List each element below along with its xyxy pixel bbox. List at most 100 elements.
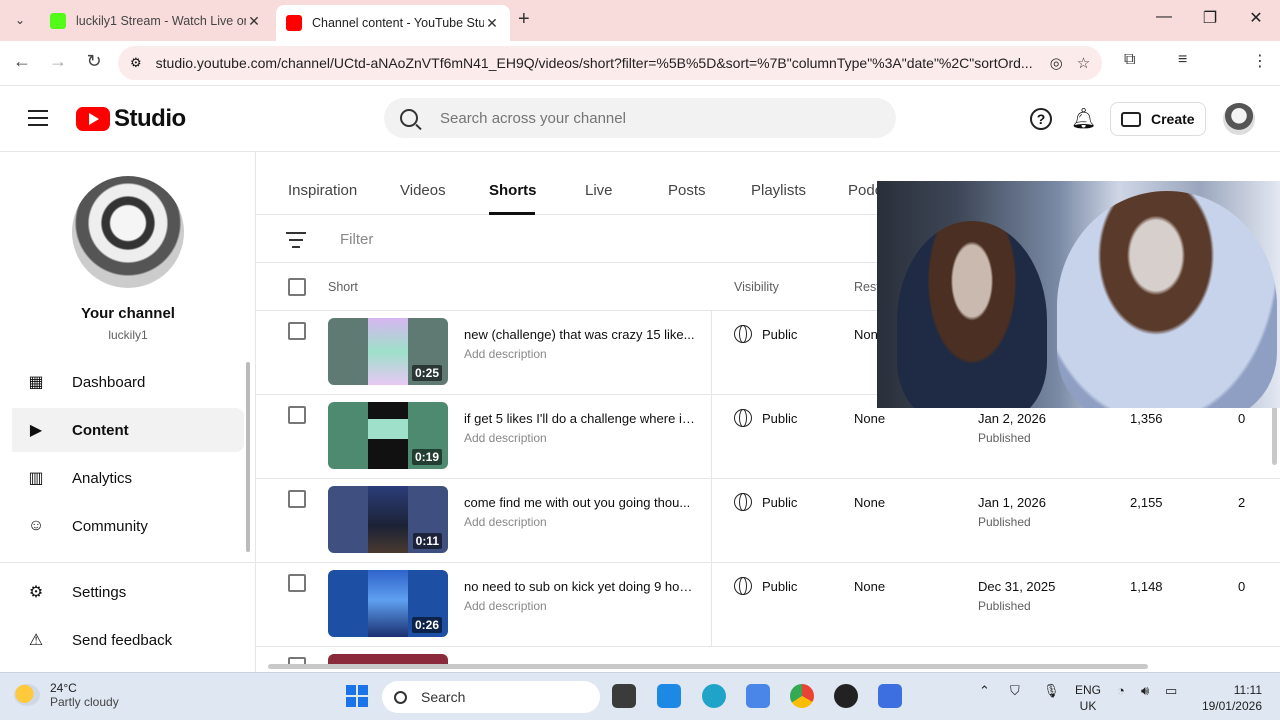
kick-favicon-icon bbox=[50, 13, 66, 29]
browser-menu-icon[interactable]: ⋮ bbox=[1252, 51, 1268, 71]
help-icon[interactable]: ? bbox=[1030, 108, 1052, 130]
column-header-restrictions[interactable]: Rest bbox=[854, 280, 880, 294]
filter-input[interactable]: Filter bbox=[340, 231, 373, 248]
video-thumbnail[interactable]: 0:26 bbox=[328, 570, 448, 637]
date-value: Jan 2, 2026 bbox=[978, 411, 1046, 426]
tab-inspiration[interactable]: Inspiration bbox=[288, 182, 357, 199]
battery-icon[interactable]: ▭ bbox=[1165, 683, 1177, 699]
video-thumbnail[interactable] bbox=[328, 654, 448, 664]
task-view-icon[interactable] bbox=[612, 684, 636, 708]
volume-icon[interactable]: 🔊︎ bbox=[1141, 683, 1149, 699]
row-checkbox[interactable] bbox=[288, 657, 306, 664]
video-description[interactable]: Add description bbox=[464, 347, 547, 361]
sidebar-item-content[interactable]: ▶ Content bbox=[12, 408, 244, 452]
select-all-checkbox[interactable] bbox=[288, 278, 306, 296]
globe-icon bbox=[734, 493, 752, 511]
windows-start-icon[interactable] bbox=[346, 685, 368, 707]
tab-shorts[interactable]: Shorts bbox=[489, 182, 537, 199]
media-control-icon[interactable]: ≡ bbox=[1178, 51, 1187, 69]
system-clock[interactable]: 11:11 19/01/2026 bbox=[1196, 682, 1262, 714]
notifications-bell-icon[interactable]: 🔔︎ bbox=[1071, 106, 1096, 131]
taskbar-search[interactable]: Search bbox=[382, 681, 600, 713]
table-row[interactable]: 0:26 no need to sub on kick yet doing 9 … bbox=[256, 563, 1280, 647]
edge-icon[interactable] bbox=[702, 684, 726, 708]
back-icon[interactable]: ← bbox=[9, 51, 35, 72]
restrictions-value: None bbox=[854, 579, 886, 594]
account-avatar[interactable] bbox=[1223, 103, 1255, 135]
horizontal-scrollbar[interactable] bbox=[268, 664, 1148, 669]
show-hidden-icons-icon[interactable]: ⌃ bbox=[979, 683, 990, 699]
tab-posts[interactable]: Posts bbox=[668, 182, 706, 199]
channel-search-bar[interactable] bbox=[384, 98, 896, 138]
site-info-icon[interactable]: ⚙ bbox=[130, 55, 142, 71]
wifi-icon[interactable]: ◔ bbox=[1117, 683, 1125, 698]
security-icon[interactable]: ⛉ bbox=[1010, 683, 1020, 699]
visibility-cell[interactable]: Public bbox=[734, 493, 797, 511]
microphone-icon[interactable]: 🎙︎ bbox=[1043, 683, 1060, 699]
tab-live[interactable]: Live bbox=[585, 182, 613, 199]
sidebar: Your channel luckily1 ▦ Dashboard ▶ Cont… bbox=[0, 152, 256, 672]
bookmark-star-icon[interactable]: ☆ bbox=[1077, 54, 1090, 72]
filter-icon[interactable] bbox=[286, 232, 306, 253]
minimize-icon[interactable]: — bbox=[1141, 8, 1187, 26]
webcam-overlay-video bbox=[877, 181, 1280, 408]
video-thumbnail[interactable]: 0:25 bbox=[328, 318, 448, 385]
video-thumbnail[interactable]: 0:19 bbox=[328, 402, 448, 469]
close-tab-icon[interactable]: ✕ bbox=[246, 13, 262, 30]
roblox-icon[interactable] bbox=[878, 684, 902, 708]
tab-videos[interactable]: Videos bbox=[400, 182, 446, 199]
column-header-short[interactable]: Short bbox=[328, 280, 358, 294]
eye-off-icon[interactable]: ◎ bbox=[1050, 54, 1063, 72]
obs-icon[interactable] bbox=[834, 684, 858, 708]
search-input[interactable] bbox=[440, 109, 840, 127]
browser-tab-studio[interactable]: Channel content - YouTube Stu ✕ bbox=[276, 5, 510, 41]
video-title[interactable]: if get 5 likes I'll do a challenge where… bbox=[464, 411, 696, 426]
video-description[interactable]: Add description bbox=[464, 431, 547, 445]
video-description[interactable]: Add description bbox=[464, 515, 547, 529]
sidebar-item-settings[interactable]: ⚙ Settings bbox=[12, 570, 244, 614]
video-title[interactable]: new (challenge) that was crazy 15 like..… bbox=[464, 327, 696, 342]
row-checkbox[interactable] bbox=[288, 490, 306, 508]
url-text[interactable]: studio.youtube.com/channel/UCtd-aNAoZnVT… bbox=[156, 55, 1036, 71]
row-checkbox[interactable] bbox=[288, 322, 306, 340]
visibility-cell[interactable]: Public bbox=[734, 409, 797, 427]
sidebar-scrollbar[interactable] bbox=[246, 362, 250, 552]
reload-icon[interactable]: ↻ bbox=[81, 51, 107, 72]
tab-search-menu-icon[interactable]: ⌄ bbox=[8, 8, 32, 32]
restore-icon[interactable]: ❐ bbox=[1187, 8, 1233, 28]
row-checkbox[interactable] bbox=[288, 406, 306, 424]
views-value: 1,148 bbox=[1130, 579, 1163, 594]
tab-playlists[interactable]: Playlists bbox=[751, 182, 806, 199]
address-bar[interactable]: ⚙ studio.youtube.com/channel/UCtd-aNAoZn… bbox=[118, 46, 1102, 80]
chrome-icon[interactable] bbox=[790, 684, 814, 708]
language-indicator[interactable]: ENG UK bbox=[1074, 682, 1102, 714]
channel-avatar[interactable] bbox=[72, 176, 184, 288]
window-close-icon[interactable]: ✕ bbox=[1233, 8, 1279, 28]
new-tab-icon[interactable]: + bbox=[518, 8, 530, 31]
create-button[interactable]: Create bbox=[1110, 102, 1206, 136]
sidebar-item-send-feedback[interactable]: ⚠ Send feedback bbox=[12, 618, 244, 662]
extensions-icon[interactable]: ⧉ bbox=[1124, 51, 1135, 69]
close-tab-icon[interactable]: ✕ bbox=[484, 15, 500, 32]
video-title[interactable]: come find me with out you going thou... bbox=[464, 495, 696, 510]
store-icon[interactable] bbox=[657, 684, 681, 708]
video-title[interactable]: no need to sub on kick yet doing 9 hou..… bbox=[464, 579, 696, 594]
hamburger-menu-icon[interactable] bbox=[28, 110, 48, 131]
video-thumbnail[interactable]: 0:11 bbox=[328, 486, 448, 553]
forward-icon[interactable]: → bbox=[45, 51, 71, 72]
weather-widget[interactable]: 24°C Partly cloudy bbox=[14, 681, 119, 709]
table-row-partial[interactable] bbox=[256, 647, 1280, 664]
sidebar-item-analytics[interactable]: ▥ Analytics bbox=[12, 456, 244, 500]
studio-logo[interactable]: Studio bbox=[76, 105, 186, 133]
visibility-cell[interactable]: Public bbox=[734, 325, 797, 343]
browser-tab-kick[interactable]: luckily1 Stream - Watch Live on ✕ bbox=[40, 4, 272, 38]
video-description[interactable]: Add description bbox=[464, 599, 547, 613]
outlook-icon[interactable] bbox=[746, 684, 770, 708]
visibility-cell[interactable]: Public bbox=[734, 577, 797, 595]
sidebar-item-community[interactable]: ☺ Community bbox=[12, 504, 244, 548]
sidebar-item-dashboard[interactable]: ▦ Dashboard bbox=[12, 360, 244, 404]
browser-toolbar: ← → ↻ ⚙ studio.youtube.com/channel/UCtd-… bbox=[0, 41, 1280, 114]
row-checkbox[interactable] bbox=[288, 574, 306, 592]
table-row[interactable]: 0:11 come find me with out you going tho… bbox=[256, 479, 1280, 563]
column-header-visibility[interactable]: Visibility bbox=[734, 280, 779, 294]
